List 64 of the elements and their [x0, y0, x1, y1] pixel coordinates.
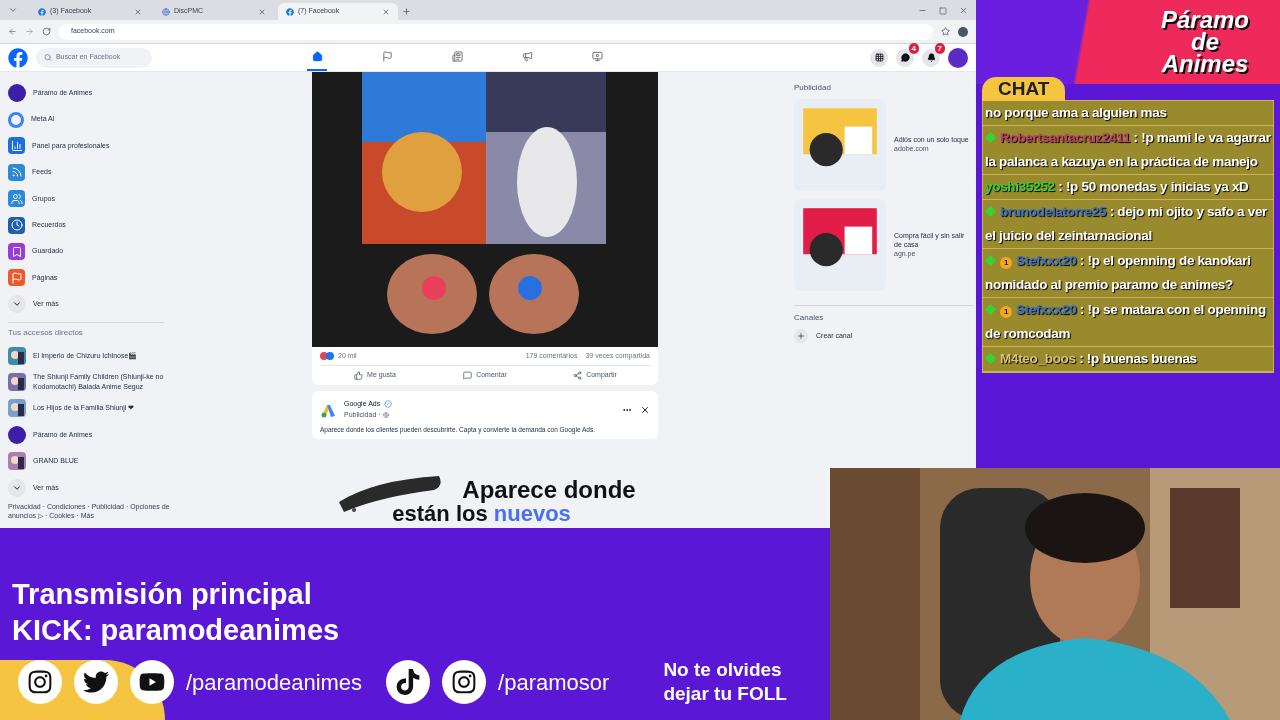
section-title: Publicidad [794, 82, 832, 94]
social-handle: /paramodeanimes [186, 668, 363, 697]
tiktok-icon [386, 660, 431, 704]
banner-subtitle: KICK: paramodeanimes [12, 613, 341, 648]
coin-badge: 1 [1000, 306, 1012, 318]
maximize-icon[interactable] [939, 7, 947, 15]
notification-badge: 7 [934, 42, 945, 54]
facebook-icon [286, 7, 294, 16]
header-button[interactable] [922, 48, 940, 67]
thumbs-up-icon [354, 371, 364, 380]
search-icon [44, 53, 52, 62]
new-tab-icon[interactable] [402, 7, 411, 16]
globe-icon [162, 7, 170, 16]
chat-bubble-icon [900, 53, 910, 62]
bell-icon [926, 53, 936, 62]
star-icon[interactable] [941, 27, 950, 36]
section-title: Tus accesos directos [8, 326, 84, 339]
diamond-icon [985, 255, 996, 266]
reaction-icons [320, 352, 334, 360]
banner-title: Transmisión principal [12, 577, 313, 612]
grid-icon [874, 53, 884, 62]
diamond-icon [985, 206, 996, 217]
video-icon [591, 51, 603, 62]
forward-icon[interactable] [25, 27, 34, 36]
back-icon[interactable] [8, 27, 17, 36]
reminder-text: dejar tu FOLL [663, 682, 787, 706]
channel-logo: Páramo de Animes [1159, 5, 1250, 79]
chat-message: brunodelatorre25 : dejo mi ojito y safo a ver el juicio del zeintarnacional [983, 200, 1273, 249]
chat-message: no porque ama a alguien mas [983, 101, 1273, 126]
plus-icon [797, 332, 805, 340]
instagram-icon [442, 660, 487, 704]
newspaper-icon [451, 51, 463, 62]
close-icon[interactable] [640, 404, 650, 415]
notification-badge: 4 [908, 42, 919, 54]
diamond-icon [985, 304, 996, 315]
megaphone-icon [521, 51, 533, 62]
diamond-icon [985, 353, 996, 364]
ad-headline: están los nuevos [392, 502, 571, 526]
profile-avatar[interactable] [958, 26, 968, 37]
section-title: Canales [794, 312, 825, 324]
share-icon [573, 371, 583, 380]
globe-icon [382, 411, 389, 418]
coin-badge: 1 [1000, 257, 1012, 269]
flag-icon [381, 51, 393, 62]
ad-headline: Aparece donde [462, 478, 636, 502]
chat-label: CHAT [982, 77, 1066, 101]
chat-message: Robertsantacruz2411 : !p mami le va agarrar la palanca a kazuya en la práctica de manejo [983, 126, 1273, 175]
reminder-text: No te olvides [663, 658, 783, 682]
reload-icon[interactable] [42, 27, 51, 36]
chat-message: 1 Stefxxx20 : !p el openning de kanokari nomidado al premio paramo de animes? [983, 249, 1273, 298]
profile-avatar[interactable] [948, 47, 968, 68]
tab-list-icon[interactable] [8, 5, 18, 15]
speech-bubble-icon [463, 371, 473, 380]
facebook-icon [38, 7, 46, 16]
chat-message: 1 Stefxxx20 : !p se matara con el openning de romcodam [983, 298, 1273, 347]
facebook-logo[interactable] [8, 47, 28, 68]
home-icon [311, 51, 323, 62]
header-button[interactable] [870, 48, 888, 67]
diamond-icon [985, 132, 996, 143]
chat-message: yoshi35252 : !p 50 monedas y inicias ya xD [983, 175, 1273, 200]
social-handle: /paramosor [498, 668, 610, 697]
chat-message: M4teo_boos : !p buenas buenas [983, 347, 1273, 372]
youtube-icon [130, 660, 174, 704]
header-button[interactable] [896, 48, 914, 67]
